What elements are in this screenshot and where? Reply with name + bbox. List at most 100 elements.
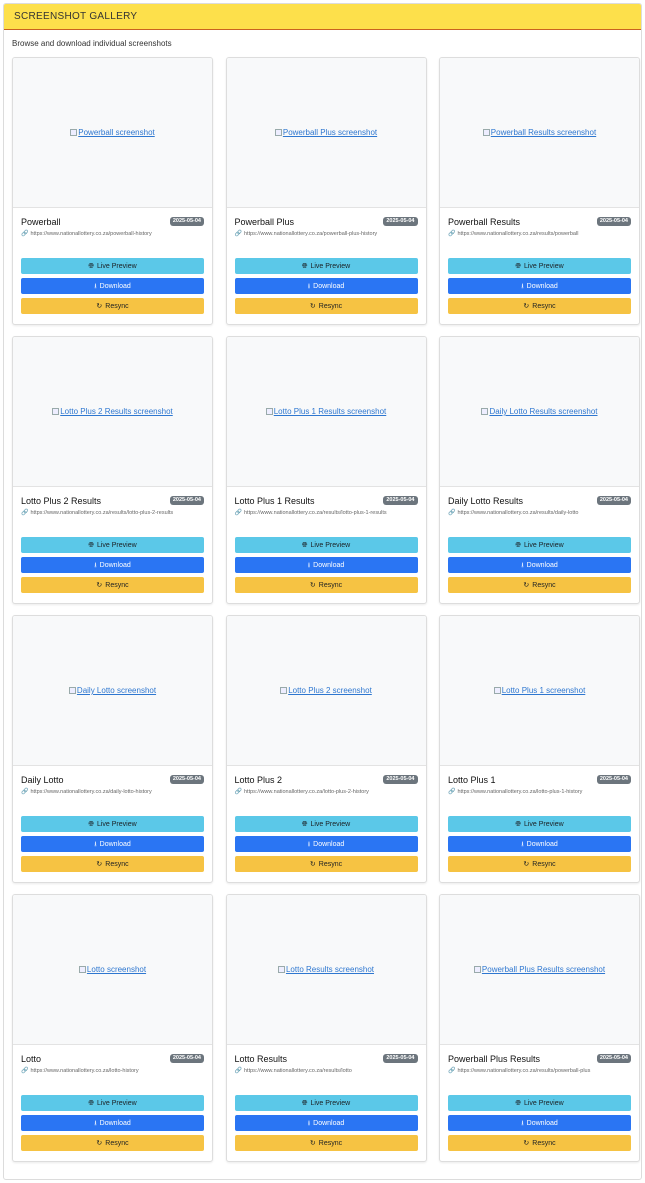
live-preview-button[interactable]: 🌐︎ Live Preview: [448, 258, 631, 274]
card-body: Lotto 2025-05-04 🔗 https://www.nationall…: [13, 1045, 212, 1075]
live-preview-button[interactable]: 🌐︎ Live Preview: [448, 1095, 631, 1111]
live-preview-button[interactable]: 🌐︎ Live Preview: [234, 537, 418, 553]
date-badge: 2025-05-04: [169, 217, 204, 226]
card-title: Powerball Plus Results: [448, 1053, 541, 1064]
card-body: Lotto Plus 2 Results 2025-05-04 🔗 https:…: [13, 487, 212, 517]
live-preview-button[interactable]: 🌐︎ Live Preview: [448, 816, 631, 832]
card-title-row: Lotto Plus 2 Results 2025-05-04: [21, 494, 204, 507]
resync-label: Resync: [105, 1139, 129, 1147]
screenshot-thumbnail[interactable]: Lotto Plus 2 Results screenshot: [13, 337, 212, 487]
live-preview-button[interactable]: 🌐︎ Live Preview: [448, 537, 631, 553]
resync-button[interactable]: ↻ Resync: [234, 856, 418, 872]
resync-button[interactable]: ↻ Resync: [21, 1135, 204, 1151]
resync-button[interactable]: ↻ Resync: [448, 856, 631, 872]
download-button[interactable]: ⭳ Download: [234, 278, 418, 294]
screenshot-image-link[interactable]: Lotto Plus 2 Results screenshot: [52, 407, 173, 416]
download-label: Download: [313, 840, 345, 848]
screenshot-image-link[interactable]: Daily Lotto screenshot: [68, 686, 157, 695]
live-preview-label: Live Preview: [523, 262, 564, 270]
screenshot-thumbnail[interactable]: Lotto Plus 1 Results screenshot: [226, 337, 426, 487]
card-title-row: Powerball Results 2025-05-04: [448, 215, 631, 228]
download-label: Download: [313, 1119, 345, 1127]
resync-button[interactable]: ↻ Resync: [234, 1135, 418, 1151]
card-body: Lotto Plus 1 Results 2025-05-04 🔗 https:…: [227, 487, 426, 517]
screenshot-image-link[interactable]: Powerball Plus Results screenshot: [473, 965, 606, 974]
screenshot-image-link[interactable]: Lotto Plus 1 Results screenshot: [265, 407, 386, 416]
download-button[interactable]: ⭳ Download: [21, 557, 204, 573]
live-preview-button[interactable]: 🌐︎ Live Preview: [234, 816, 418, 832]
resync-label: Resync: [532, 1139, 556, 1147]
card-actions: 🌐︎ Live Preview ⭳ Download ↻ Resync: [234, 1095, 418, 1151]
card-body: Powerball Plus Results 2025-05-04 🔗 http…: [440, 1045, 639, 1075]
card-body: Lotto Plus 2 2025-05-04 🔗 https://www.na…: [227, 766, 426, 796]
live-preview-button[interactable]: 🌐︎ Live Preview: [21, 816, 204, 832]
screenshot-thumbnail[interactable]: Lotto Plus 2 screenshot: [226, 616, 426, 766]
sync-icon: ↻: [96, 581, 103, 589]
sync-icon: ↻: [309, 302, 316, 310]
live-preview-button[interactable]: 🌐︎ Live Preview: [234, 1095, 418, 1111]
screenshot-alt-text: Daily Lotto screenshot: [76, 686, 157, 695]
card-title: Lotto Plus 2 Results: [21, 495, 102, 506]
resync-button[interactable]: ↻ Resync: [21, 577, 204, 593]
screenshot-thumbnail[interactable]: Daily Lotto screenshot: [13, 616, 212, 766]
download-button[interactable]: ⭳ Download: [448, 836, 631, 852]
live-preview-button[interactable]: 🌐︎ Live Preview: [21, 258, 204, 274]
screenshot-card: Lotto Results screenshot Lotto Results 2…: [225, 894, 427, 1162]
resync-button[interactable]: ↻ Resync: [21, 298, 204, 314]
screenshot-image-link[interactable]: Lotto Results screenshot: [277, 965, 374, 974]
download-button[interactable]: ⭳ Download: [21, 278, 204, 294]
resync-button[interactable]: ↻ Resync: [448, 1135, 631, 1151]
download-button[interactable]: ⭳ Download: [448, 278, 631, 294]
screenshot-thumbnail[interactable]: Lotto screenshot: [13, 895, 212, 1045]
download-button[interactable]: ⭳ Download: [234, 1115, 418, 1131]
live-preview-label: Live Preview: [96, 262, 137, 270]
screenshot-thumbnail[interactable]: Powerball screenshot: [13, 58, 212, 208]
source-url-row: 🔗 https://www.nationallottery.co.za/powe…: [21, 229, 204, 238]
source-url: https://www.nationallottery.co.za/result…: [457, 230, 579, 237]
live-preview-button[interactable]: 🌐︎ Live Preview: [21, 1095, 204, 1111]
resync-button[interactable]: ↻ Resync: [21, 856, 204, 872]
screenshot-image-link[interactable]: Lotto Plus 2 screenshot: [280, 686, 372, 695]
screenshot-thumbnail[interactable]: Powerball Results screenshot: [440, 58, 639, 208]
screenshot-thumbnail[interactable]: Lotto Results screenshot: [226, 895, 426, 1045]
download-button[interactable]: ⭳ Download: [21, 1115, 204, 1131]
download-button[interactable]: ⭳ Download: [448, 557, 631, 573]
resync-label: Resync: [318, 581, 343, 589]
resync-button[interactable]: ↻ Resync: [448, 577, 631, 593]
download-label: Download: [526, 840, 558, 848]
screenshot-thumbnail[interactable]: Daily Lotto Results screenshot: [440, 337, 639, 487]
live-preview-button[interactable]: 🌐︎ Live Preview: [234, 258, 418, 274]
screenshot-image-link[interactable]: Powerball screenshot: [70, 128, 155, 137]
sync-icon: ↻: [309, 860, 316, 868]
screenshot-image-link[interactable]: Powerball Results screenshot: [482, 128, 596, 137]
source-url: https://www.nationallottery.co.za/lotto-…: [243, 788, 369, 795]
source-url-row: 🔗 https://www.nationallottery.co.za/powe…: [235, 229, 418, 238]
resync-button[interactable]: ↻ Resync: [234, 298, 418, 314]
download-label: Download: [313, 282, 345, 290]
download-button[interactable]: ⭳ Download: [21, 836, 204, 852]
card-body: Powerball 2025-05-04 🔗 https://www.natio…: [13, 208, 212, 238]
screenshot-alt-text: Powerball Plus screenshot: [282, 128, 378, 137]
screenshot-thumbnail[interactable]: Powerball Plus Results screenshot: [440, 895, 639, 1045]
resync-button[interactable]: ↻ Resync: [448, 298, 631, 314]
screenshot-image-link[interactable]: Daily Lotto Results screenshot: [481, 407, 598, 416]
globe-icon: 🌐︎: [88, 820, 94, 828]
download-button[interactable]: ⭳ Download: [234, 557, 418, 573]
resync-label: Resync: [532, 302, 556, 310]
resync-button[interactable]: ↻ Resync: [234, 577, 418, 593]
screenshot-thumbnail[interactable]: Lotto Plus 1 screenshot: [440, 616, 639, 766]
download-button[interactable]: ⭳ Download: [448, 1115, 631, 1131]
card-actions: 🌐︎ Live Preview ⭳ Download ↻ Resync: [234, 537, 418, 593]
screenshot-image-link[interactable]: Lotto screenshot: [78, 965, 146, 974]
link-icon: 🔗: [234, 510, 242, 516]
card-actions: 🌐︎ Live Preview ⭳ Download ↻ Resync: [21, 258, 204, 314]
download-button[interactable]: ⭳ Download: [234, 836, 418, 852]
screenshot-image-link[interactable]: Powerball Plus screenshot: [274, 128, 378, 137]
screenshot-alt-text: Powerball Plus Results screenshot: [481, 965, 606, 974]
screenshot-image-link[interactable]: Lotto Plus 1 screenshot: [493, 686, 585, 695]
card-title: Lotto Plus 1: [448, 774, 496, 785]
resync-label: Resync: [318, 1139, 343, 1147]
broken-image-icon: [473, 966, 481, 973]
screenshot-thumbnail[interactable]: Powerball Plus screenshot: [226, 58, 426, 208]
live-preview-button[interactable]: 🌐︎ Live Preview: [21, 537, 204, 553]
